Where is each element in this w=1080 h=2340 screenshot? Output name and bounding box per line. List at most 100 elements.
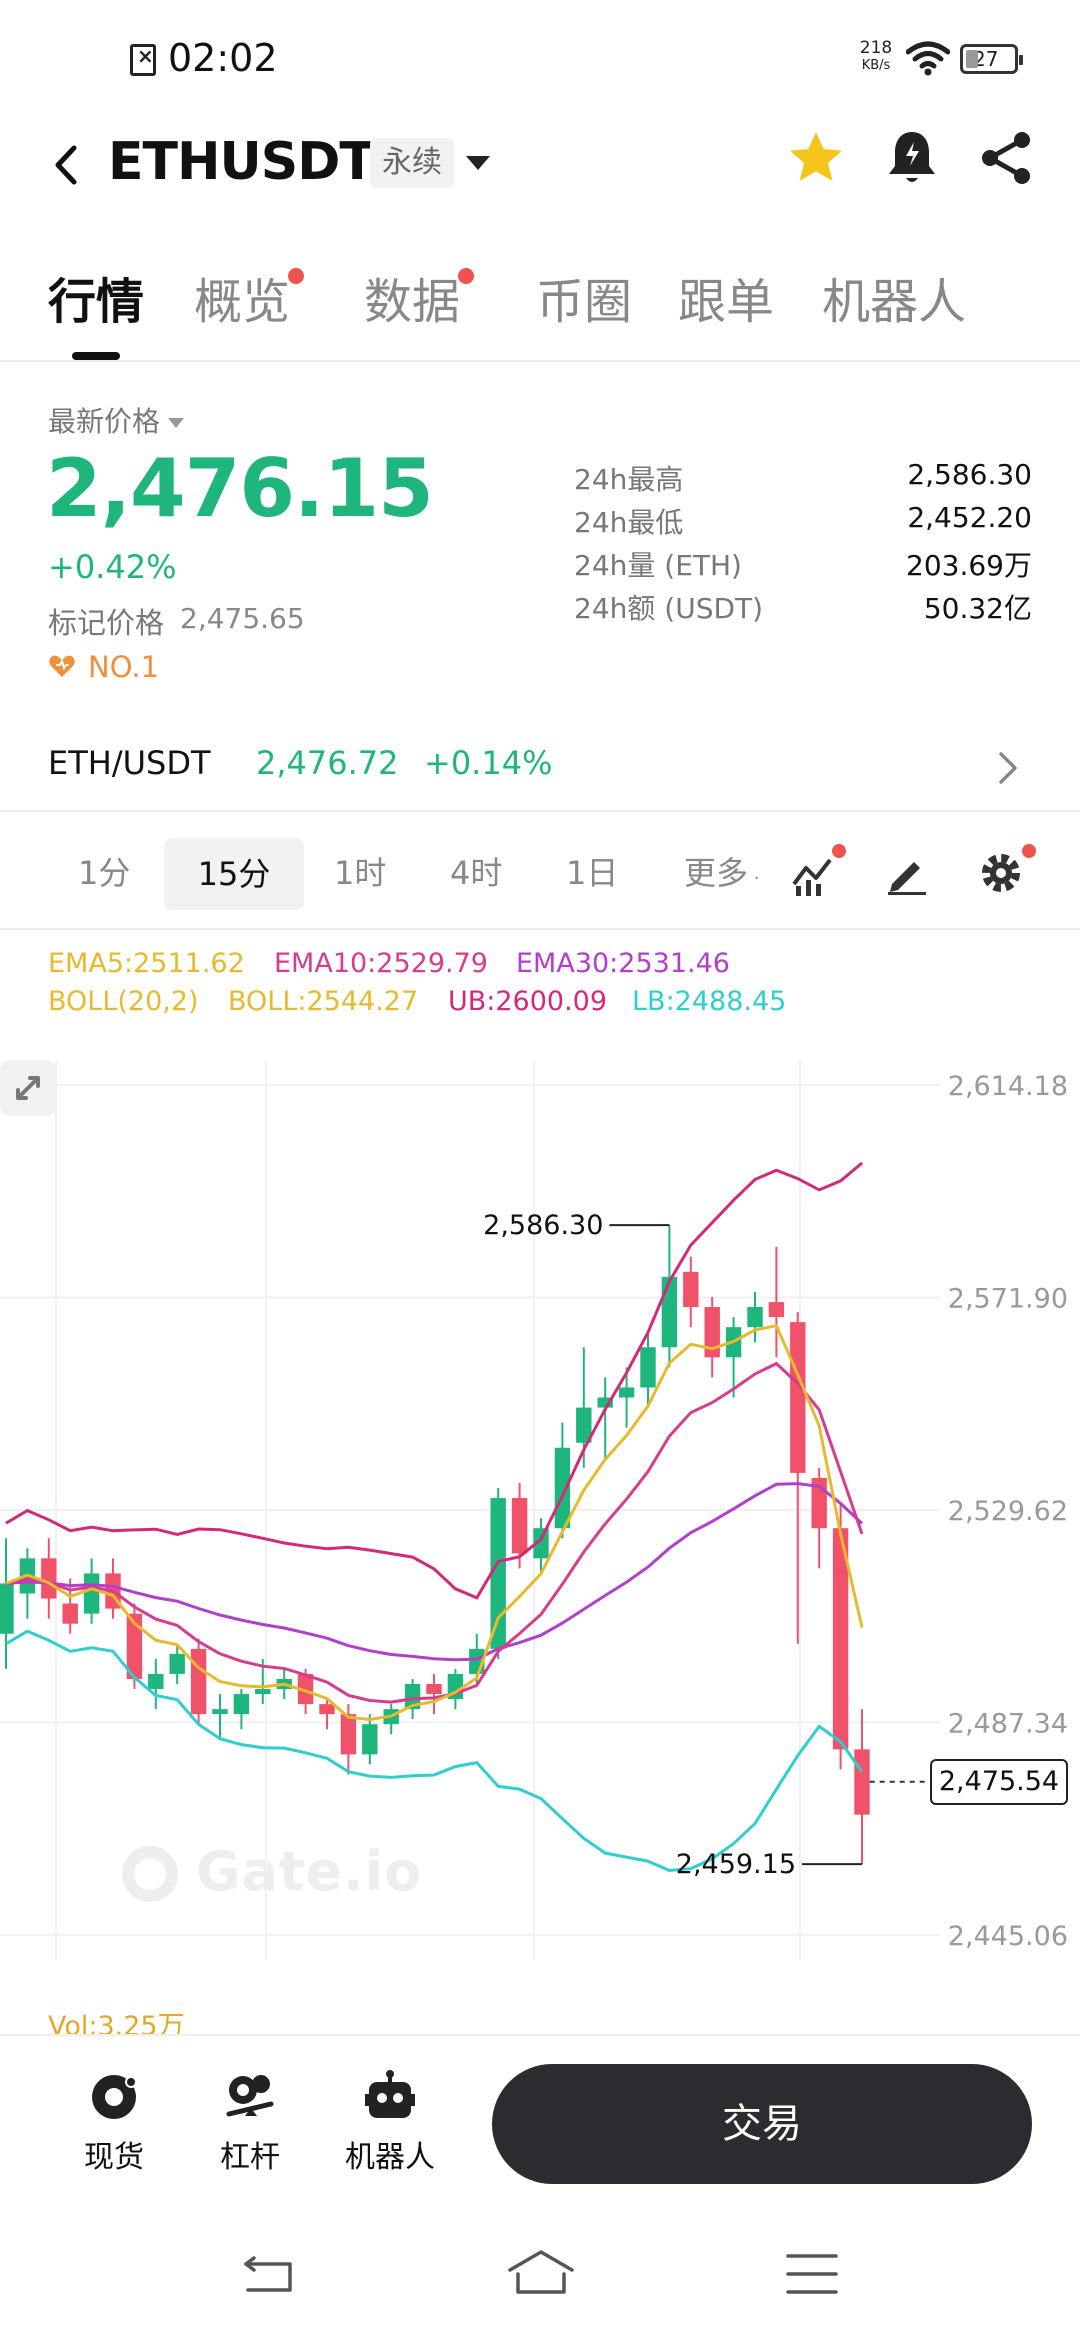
boll-lower-value: LB:2488.45 (632, 986, 787, 1017)
kline-chart[interactable]: Gate.io 2,614.18 2,571.90 2,529.62 2,487.34… (0, 1060, 1080, 1960)
high-marker-label: 2,586.30 (483, 1210, 603, 1241)
candle-body (0, 1583, 14, 1634)
candle-body (148, 1673, 164, 1690)
candle-body (62, 1603, 78, 1624)
candle-body (618, 1387, 635, 1398)
candle-body (554, 1447, 571, 1529)
favorite-star-icon[interactable] (786, 128, 846, 188)
spot-nav[interactable]: 现货 (54, 2070, 174, 2176)
interval-1h[interactable]: 1时 (334, 848, 386, 894)
spot-coin-icon (92, 2075, 137, 2119)
perpetual-badge: 永续 (370, 138, 454, 188)
pair-title[interactable]: ETHUSDT (108, 132, 375, 192)
status-bar: 02:02 218 KB/s 27 (0, 0, 1080, 120)
y-axis-tick-label: 2,487.34 (948, 1709, 1068, 1740)
candle-body (511, 1498, 528, 1554)
drawing-pen-icon[interactable] (884, 850, 930, 896)
candle-body (255, 1689, 271, 1695)
margin-nav-label: 杠杆 (220, 2140, 280, 2175)
price-change-percent: +0.42% (48, 548, 177, 586)
boll-params: BOLL(20,2) (48, 986, 199, 1017)
ema5-value: EMA5:2511.62 (48, 948, 245, 979)
stat-row: 24h额 (USDT) 50.32亿 (574, 587, 1032, 630)
interval-1d[interactable]: 1日 (566, 848, 618, 894)
bottom-action-bar: 现货 杠杆 机器人 交易 (0, 2034, 1080, 2218)
margin-lever-icon (226, 2075, 274, 2117)
24h-stats: 24h最高 2,586.30 24h最低 2,452.20 24h量 (ETH)… (574, 458, 1032, 630)
interval-4h[interactable]: 4时 (450, 848, 502, 894)
mark-price-value: 2,475.65 (180, 602, 305, 635)
spot-nav-label: 现货 (84, 2140, 144, 2175)
wifi-icon (906, 41, 950, 76)
system-navigation-bar (0, 2218, 1080, 2340)
notification-dot (1022, 844, 1036, 858)
network-speed-value: 218 (859, 38, 893, 58)
spot-pair-row[interactable]: ETH/USDT 2,476.72 +0.14% (0, 730, 1080, 812)
main-tabs: 行情 概览 数据 币圈 跟单 机器人 (0, 262, 1080, 362)
stat-label: 24h量 (ETH) (574, 549, 742, 582)
y-axis-tick-label: 2,445.06 (948, 1921, 1068, 1952)
header: ETHUSDT 永续 (0, 120, 1080, 210)
y-axis-tick-label: 2,529.62 (948, 1496, 1068, 1527)
rank-badge[interactable]: NO.1 (88, 650, 159, 684)
candle-body (854, 1749, 870, 1815)
candle-body (768, 1302, 785, 1318)
stat-label: 24h额 (USDT) (574, 592, 764, 625)
candle-body (340, 1714, 357, 1755)
current-price-tag: 2,475.54 (930, 1758, 1068, 1805)
heart-rank-icon (49, 655, 75, 677)
tab-bots[interactable]: 机器人 (822, 262, 966, 332)
chevron-right-icon (999, 752, 1017, 784)
battery-indicator: 27 (960, 44, 1023, 74)
network-speed-unit: KB/s (861, 58, 891, 73)
interval-15m[interactable]: 15分 (164, 838, 304, 910)
margin-nav[interactable]: 杠杆 (190, 2070, 310, 2176)
latest-price-label[interactable]: 最新价格 (48, 400, 184, 440)
candle-body (169, 1653, 185, 1674)
candle-body (362, 1724, 378, 1755)
spot-change: +0.14% (424, 744, 553, 782)
system-back-icon[interactable] (240, 2252, 296, 2296)
stat-value: 50.32亿 (923, 592, 1032, 625)
system-home-icon[interactable] (506, 2248, 576, 2296)
stat-row: 24h最低 2,452.20 (574, 501, 1032, 544)
system-menu-icon[interactable] (784, 2252, 840, 2296)
trade-button[interactable]: 交易 (492, 2064, 1032, 2184)
y-axis-tick-label: 2,614.18 (948, 1071, 1068, 1102)
back-arrow-icon[interactable] (48, 142, 88, 188)
interval-bar: 1分 15分 1时 4时 1日 更多 · (0, 820, 1080, 930)
boll-upper-value: UB:2600.09 (448, 986, 608, 1017)
stat-row: 24h最高 2,586.30 (574, 458, 1032, 501)
tab-overview[interactable]: 概览 (194, 262, 305, 332)
last-price: 2,476.15 (46, 442, 434, 535)
share-icon[interactable] (978, 130, 1034, 186)
tab-copy-trading[interactable]: 跟单 (678, 262, 774, 332)
settings-gear-icon[interactable] (978, 850, 1024, 896)
chart-canvas: 2,614.18 2,571.90 2,529.62 2,487.34 2,445.06… (0, 1060, 1068, 1960)
candle-body (790, 1322, 806, 1473)
ema30-value: EMA30:2531.46 (516, 948, 730, 979)
fullscreen-expand-icon[interactable] (0, 1060, 56, 1116)
candle-body (640, 1347, 656, 1388)
candle-body (426, 1684, 442, 1695)
candle-body (41, 1558, 57, 1599)
spot-price: 2,476.72 (256, 744, 399, 782)
stat-value: 2,586.30 (907, 458, 1032, 491)
stat-label: 24h最低 (574, 506, 684, 539)
tab-data[interactable]: 数据 (364, 262, 475, 332)
pair-dropdown-icon[interactable] (466, 156, 490, 170)
interval-1m[interactable]: 1分 (78, 848, 130, 894)
bot-nav[interactable]: 机器人 (330, 2070, 450, 2176)
mark-price-label: 标记价格 (48, 606, 165, 640)
chart-type-icon[interactable] (790, 850, 838, 898)
low-marker-label: 2,459.15 (676, 1849, 796, 1880)
candle-body (233, 1694, 250, 1715)
y-axis-tick-label: 2,571.90 (948, 1284, 1068, 1315)
tab-market[interactable]: 行情 (48, 262, 144, 332)
tab-community[interactable]: 币圈 (536, 262, 632, 332)
candle-body (190, 1648, 207, 1715)
network-speed: 218 KB/s (856, 40, 896, 74)
alert-bell-icon[interactable] (884, 128, 940, 188)
interval-more[interactable]: 更多 · (684, 848, 759, 894)
spot-pair-name: ETH/USDT (48, 744, 211, 782)
